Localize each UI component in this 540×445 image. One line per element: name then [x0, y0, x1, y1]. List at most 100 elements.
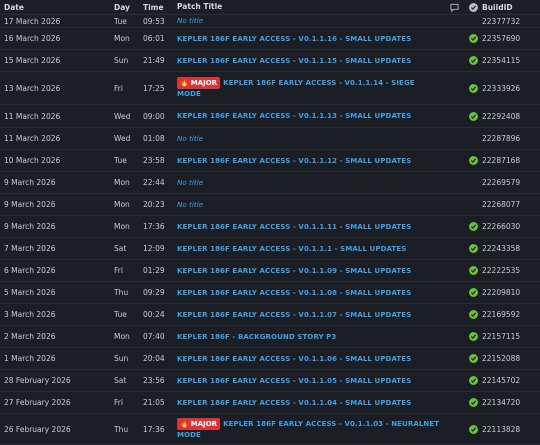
flame-icon: 🔥 — [180, 79, 189, 87]
row-day: Wed — [114, 111, 131, 121]
row-patch-title-cell: 🔥 MAJOR KEPLER 186F EARLY ACCESS - V0.1.1.… — [177, 418, 445, 440]
row-day: Mon — [114, 34, 130, 43]
row-time: 09:29 — [143, 288, 165, 297]
row-day: Wed — [114, 134, 131, 143]
table-row[interactable]: 16 March 2026 Mon 06:01 KEPLER 186F EARLY A… — [0, 28, 540, 50]
row-verified-cell — [464, 244, 482, 253]
column-header-date[interactable]: Date — [0, 3, 114, 12]
row-date: 11 March 2026 — [4, 134, 61, 143]
patch-title-link[interactable]: KEPLER 186F EARLY ACCESS - V0.1.1.15 - S… — [177, 57, 411, 65]
row-patch-title-cell: KEPLER 186F EARLY ACCESS - V0.1.1.05 - S… — [177, 376, 445, 386]
row-patch-title-cell: 🔥 MAJOR KEPLER 186F EARLY ACCESS - V0.1.1.… — [177, 77, 445, 99]
flame-icon: 🔥 — [180, 420, 189, 428]
row-date: 27 February 2026 — [4, 398, 71, 407]
patch-title-link[interactable]: KEPLER 186F EARLY ACCESS - V0.1.1.08 - S… — [177, 289, 411, 297]
row-day: Sat — [114, 244, 127, 253]
table-row[interactable]: 26 February 2026 Thu 17:36 🔥 MAJOR KEPLER 186… — [0, 414, 540, 445]
table-row[interactable]: 9 March 2026 Mon 22:44 No title 22269579 — [0, 172, 540, 194]
row-build-id: 22287896 — [482, 134, 521, 143]
row-date: 10 March 2026 — [4, 156, 61, 165]
row-patch-title-cell: KEPLER 186F EARLY ACCESS - V0.1.1.06 - S… — [177, 354, 445, 364]
table-row[interactable]: 9 March 2026 Mon 17:36 KEPLER 186F EARLY AC… — [0, 216, 540, 238]
table-row[interactable]: 17 March 2026 Tue 09:53 No title 22377732 — [0, 15, 540, 28]
comment-icon[interactable] — [445, 3, 464, 12]
table-row[interactable]: 15 March 2026 Sun 21:49 KEPLER 186F EARLY A… — [0, 50, 540, 72]
table-row[interactable]: 6 March 2026 Fri 01:29 KEPLER 186F EARLY AC… — [0, 260, 540, 282]
patch-title-link[interactable]: KEPLER 186F EARLY ACCESS - V0.1.1.04 - S… — [177, 399, 411, 407]
check-circle-icon — [468, 354, 478, 363]
table-row[interactable]: 27 February 2026 Fri 21:05 KEPLER 186F EARL… — [0, 392, 540, 414]
patch-title-link[interactable]: KEPLER 186F EARLY ACCESS - V0.1.1.12 - S… — [177, 157, 411, 165]
table-row[interactable]: 3 March 2026 Tue 00:24 KEPLER 186F EARLY AC… — [0, 304, 540, 326]
row-date: 1 March 2026 — [4, 354, 56, 363]
row-day: Sat — [114, 376, 127, 385]
row-build-id: 22209810 — [482, 288, 521, 297]
row-patch-title-cell: No title — [177, 200, 445, 210]
row-build-id: 22134720 — [482, 398, 521, 407]
row-date: 6 March 2026 — [4, 266, 56, 275]
row-day: Fri — [114, 398, 123, 407]
check-circle-icon — [468, 83, 478, 93]
table-row[interactable]: 5 March 2026 Thu 09:29 KEPLER 186F EARLY AC… — [0, 282, 540, 304]
row-build-id: 22333926 — [482, 83, 521, 93]
row-patch-title-cell: KEPLER 186F EARLY ACCESS - V0.1.1.11 - S… — [177, 222, 445, 232]
table-row[interactable]: 11 March 2026 Wed 01:08 No title 22287896 — [0, 128, 540, 150]
patch-title-link[interactable]: KEPLER 186F EARLY ACCESS - V0.1.1.09 - S… — [177, 267, 411, 275]
table-row[interactable]: 2 March 2026 Mon 07:40 KEPLER 186F - BACKGR… — [0, 326, 540, 348]
row-time: 23:58 — [143, 156, 165, 165]
row-day: Sun — [114, 56, 129, 65]
check-circle-icon — [468, 34, 478, 43]
column-header-time[interactable]: Time — [143, 3, 177, 12]
table-row[interactable]: 9 March 2026 Mon 20:23 No title 22268077 — [0, 194, 540, 216]
patch-title-link[interactable]: KEPLER 186F - BACKGROUND STORY P3 — [177, 333, 336, 341]
patch-title-link[interactable]: KEPLER 186F EARLY ACCESS - V0.1.1.1 - SM… — [177, 245, 406, 253]
row-verified-cell — [464, 266, 482, 275]
table-row[interactable]: 7 March 2026 Sat 12:09 KEPLER 186F EARLY AC… — [0, 238, 540, 260]
patch-title-link[interactable]: No title — [177, 178, 203, 187]
patch-title-link[interactable]: KEPLER 186F EARLY ACCESS - V0.1.1.06 - S… — [177, 355, 411, 363]
row-date: 15 March 2026 — [4, 56, 61, 65]
table-row[interactable]: 11 March 2026 Wed 09:00 KEPLER 186F EARLY A… — [0, 105, 540, 128]
major-badge-label: MAJOR — [190, 420, 218, 428]
verified-column-header[interactable] — [464, 2, 482, 12]
table-row[interactable]: 28 February 2026 Sat 23:56 KEPLER 186F EARL… — [0, 370, 540, 392]
major-badge: 🔥 MAJOR — [177, 77, 221, 89]
row-verified-cell — [464, 288, 482, 297]
row-time: 21:05 — [143, 398, 165, 407]
table-row[interactable]: 13 March 2026 Fri 17:25 🔥 MAJOR KEPLER 186F E… — [0, 72, 540, 105]
row-time: 09:53 — [143, 16, 165, 26]
patch-title-link[interactable]: No title — [177, 134, 203, 143]
patch-title-link[interactable]: No title — [177, 200, 203, 209]
row-verified-cell — [464, 310, 482, 319]
row-verified-cell — [464, 156, 482, 165]
row-verified-cell — [464, 34, 482, 43]
check-circle-icon — [468, 310, 478, 319]
row-date: 9 March 2026 — [4, 200, 56, 209]
patch-title-link[interactable]: KEPLER 186F EARLY ACCESS - V0.1.1.16 - S… — [177, 35, 411, 43]
row-day: Mon — [114, 200, 130, 209]
row-patch-title-cell: KEPLER 186F EARLY ACCESS - V0.1.1.08 - S… — [177, 288, 445, 298]
column-header-patch-title[interactable]: Patch Title — [177, 2, 445, 12]
patch-title-link[interactable]: KEPLER 186F EARLY ACCESS - V0.1.1.13 - S… — [177, 112, 411, 120]
row-date: 13 March 2026 — [4, 83, 61, 93]
row-day: Tue — [114, 16, 127, 26]
column-header-day[interactable]: Day — [114, 3, 143, 12]
patch-title-link[interactable]: KEPLER 186F EARLY ACCESS - V0.1.1.07 - S… — [177, 311, 411, 319]
column-header-build-id[interactable]: BuildID — [482, 3, 540, 12]
row-date: 28 February 2026 — [4, 376, 71, 385]
row-verified-cell — [464, 424, 482, 434]
patch-title-link[interactable]: KEPLER 186F EARLY ACCESS - V0.1.1.05 - S… — [177, 377, 411, 385]
check-circle-icon — [468, 266, 478, 275]
table-row[interactable]: 1 March 2026 Sun 20:04 KEPLER 186F EARLY AC… — [0, 348, 540, 370]
row-day: Tue — [114, 310, 127, 319]
row-date: 5 March 2026 — [4, 288, 56, 297]
row-time: 01:08 — [143, 134, 165, 143]
table-row[interactable]: 10 March 2026 Tue 23:58 KEPLER 186F EARLY A… — [0, 150, 540, 172]
row-verified-cell — [464, 332, 482, 341]
row-build-id: 22145702 — [482, 376, 521, 385]
row-build-id: 22222535 — [482, 266, 521, 275]
patch-title-link[interactable]: No title — [177, 16, 203, 25]
check-circle-icon — [468, 376, 478, 385]
patch-title-link[interactable]: KEPLER 186F EARLY ACCESS - V0.1.1.11 - S… — [177, 223, 411, 231]
row-build-id: 22292408 — [482, 111, 521, 121]
